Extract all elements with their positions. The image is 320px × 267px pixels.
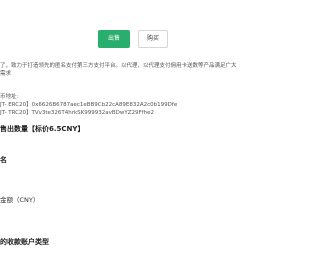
description-line-2: 需求 [0,71,12,77]
service-description: 了，致力于打造领先的匿名支付第三方支付平台。以代理、以代理支付佣用卡送数等产品满… [0,62,267,78]
sell-quantity-heading: 售出数量【标价6.5CNY】 [0,125,85,133]
trc20-address: JT- TRC20】TVv3te326T4hrkSK999932avBDwYZ2… [0,110,154,116]
amount-heading: 金额（CNY） [0,196,40,204]
tab-sell[interactable]: 出售 [98,30,130,48]
payment-address-label: 币地址: [0,94,19,100]
trade-tabs: 出售 购买 [0,30,267,48]
tab-buy[interactable]: 购买 [138,30,168,48]
name-heading: 名 [0,156,7,164]
description-line-1: 了，致力于打造领先的匿名支付第三方支付平台。以代理、以代理支付佣用卡送数等产品满… [0,63,237,69]
erc20-address: JT- ERC20】0x6626B6787aec1eBB9Cb22cA89E83… [0,102,178,108]
account-type-heading: 的收款账户类型 [0,238,49,246]
